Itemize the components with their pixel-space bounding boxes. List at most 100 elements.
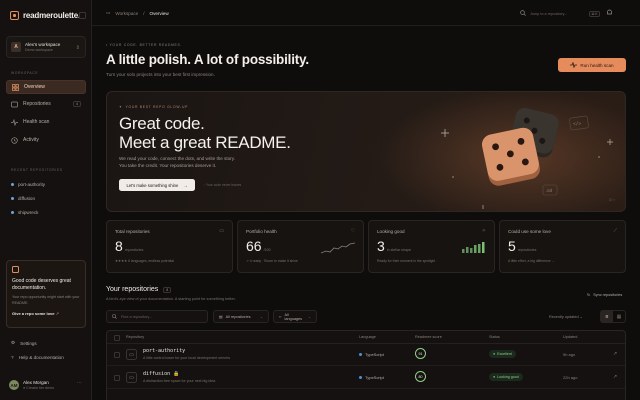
readmee-score: 91 <box>415 348 426 359</box>
search-icon <box>112 313 117 320</box>
language-dot <box>359 376 362 379</box>
repositories-table: Repository Language Readmee score Status… <box>106 330 626 400</box>
sidebar-item-health-scan[interactable]: Health scan <box>6 115 86 129</box>
stat-card-total-repositories[interactable]: Total repositories ▭ 8 repositories ★★★★ … <box>106 220 233 273</box>
stat-card-looking-good[interactable]: Looking good ✧ 3 in stellar shape Ready f… <box>368 220 495 273</box>
workspace-subtitle: Demo workspace <box>25 48 53 53</box>
check-icon: ● <box>493 375 496 379</box>
avatar: AM <box>9 380 19 390</box>
svg-text:.md: .md <box>545 188 553 193</box>
hero-note: ◌ Your code never leaves <box>203 183 242 187</box>
row-checkbox[interactable] <box>114 375 120 381</box>
table-row[interactable]: ▭ diffusion 🔒 A distraction-free space f… <box>107 367 625 389</box>
sort-select[interactable]: Recently updated ⌄ <box>549 314 583 319</box>
promo-link[interactable]: Give a repo some love ↗ <box>12 311 80 316</box>
language-dot <box>11 211 14 214</box>
hero-headline: Great code. Meet a great README. <box>119 114 291 152</box>
hero-paragraph: We read your code, connect the dots, and… <box>119 156 236 168</box>
language-dot <box>11 197 14 200</box>
list-view-icon[interactable]: ≡ <box>601 311 613 322</box>
repo-language: TypeScript <box>359 375 384 380</box>
language-dot <box>359 353 362 356</box>
repo-name[interactable]: diffusion 🔒 <box>143 371 179 377</box>
repo-language: TypeScript <box>359 352 384 357</box>
recent-repo-port-authority[interactable]: port-authority <box>11 182 45 187</box>
repo-count-badge: 4 <box>73 101 81 107</box>
page-title: A little polish. A lot of possibility. <box>106 52 309 67</box>
repo-count: 8 <box>163 286 172 293</box>
user-plan: ● Creator tier demo <box>23 386 55 391</box>
table-row[interactable]: ▭ port-authority A little control tower … <box>107 344 625 366</box>
hero-banner: ✦ YOUR BEST REPO GLOW-UP Great code. Mee… <box>106 91 626 212</box>
workspace-name: Alex's workspace <box>25 41 61 47</box>
repository-search-input[interactable]: Find a repository... <box>106 310 208 323</box>
language-filter-select[interactable]: ‹› All languages ⌄ <box>273 310 317 323</box>
view-toggle[interactable]: ≡ ▦ <box>600 310 626 323</box>
row-checkbox[interactable] <box>114 352 120 358</box>
repo-description: A little control tower for your local de… <box>143 356 231 360</box>
app-logo[interactable]: readmeroulette. <box>10 11 80 20</box>
section-label-recent: RECENT REPOSITORIES <box>11 168 63 172</box>
promo-title: Good code deserves great documentation. <box>12 278 71 291</box>
section-label-workspace: WORKSPACE <box>11 71 39 75</box>
bar-sparkline <box>462 242 485 253</box>
sidebar-item-label: Health scan <box>23 119 50 125</box>
sidebar-item-label: Overview <box>24 84 45 90</box>
recent-repo-shipwreck[interactable]: shipwreck <box>11 210 38 215</box>
user-menu[interactable]: AM Alex Morgan ● Creator tier demo ⋯ <box>6 376 86 394</box>
sparkle-icon: ✧ <box>481 228 486 234</box>
repository-filter-select[interactable]: ▤ All repositories ⌄ <box>213 310 269 323</box>
chevron-down-icon: ⌄ <box>579 315 583 319</box>
app-name: readmeroulette. <box>23 11 81 20</box>
workspace-switcher[interactable]: A Alex's workspace Demo workspace ⇕ <box>6 36 86 58</box>
lock-icon: ◌ <box>203 183 206 187</box>
grid-view-icon[interactable]: ▦ <box>613 311 625 322</box>
sidebar-item-help[interactable]: ? Help & documentation <box>11 355 64 360</box>
folder-icon: ▭ <box>219 228 224 234</box>
sparkle-icon: ✦ <box>119 105 123 109</box>
pulse-icon <box>570 61 578 69</box>
health-sparkline <box>321 242 355 254</box>
breadcrumb-root[interactable]: Workspace <box>115 11 138 16</box>
search-input[interactable]: Jump to a repository... ⌘ K <box>520 8 600 19</box>
sidebar-item-activity[interactable]: Activity <box>6 133 86 147</box>
open-external-icon[interactable]: ↗ <box>613 374 617 380</box>
chevron-down-icon: ⌄ <box>307 315 311 319</box>
open-external-icon[interactable]: ↗ <box>613 351 617 357</box>
keyboard-shortcut: ⌘ K <box>588 10 600 17</box>
bell-icon[interactable] <box>606 9 614 17</box>
sync-repositories-button[interactable]: ↻ Sync repositories <box>587 292 622 298</box>
svg-text:⊡ ⌁: ⊡ ⌁ <box>609 198 615 202</box>
more-icon[interactable]: ⋯ <box>77 380 82 386</box>
updated-time: 9h ago <box>563 352 576 357</box>
repo-description: A distraction-free space for your next b… <box>143 379 217 383</box>
refresh-icon: ↻ <box>587 293 591 297</box>
select-all-checkbox[interactable] <box>114 334 120 341</box>
breadcrumb-separator: / <box>143 10 145 16</box>
arrow-icon: ↗ <box>55 311 59 316</box>
sidebar-item-overview[interactable]: Overview <box>6 80 86 94</box>
lock-icon: 🔒 <box>173 371 180 377</box>
chevron-updown-icon: ⇕ <box>75 45 80 51</box>
recent-repo-diffusion[interactable]: diffusion <box>11 196 35 201</box>
collapse-sidebar-icon[interactable] <box>79 12 86 19</box>
dice-illustration: </> .md ⊡ ⌁ <box>441 107 615 209</box>
arrow-right-icon: → <box>183 182 188 188</box>
updated-time: 22h ago <box>563 375 578 380</box>
wand-icon: ⟋ <box>613 228 617 234</box>
breadcrumb: ▭ Workspace / Overview <box>106 10 169 16</box>
gear-icon: ⚙ <box>11 340 16 345</box>
hero-eyebrow: ✦ YOUR BEST REPO GLOW-UP <box>119 105 189 109</box>
stat-card-portfolio-health[interactable]: Portfolio health ♡ 66/100 ↗ 4 ready · Ro… <box>237 220 364 273</box>
clock-icon <box>11 136 18 144</box>
stat-card-could-use-love[interactable]: Could use some love ⟋ 5 repositories A li… <box>499 220 626 273</box>
repo-icon: ▭ <box>126 349 137 360</box>
sidebar-item-settings[interactable]: ⚙ Settings <box>11 340 37 346</box>
repo-name[interactable]: port-authority <box>143 348 185 354</box>
run-health-scan-button[interactable]: Run health scan <box>558 58 626 72</box>
repo-icon <box>11 101 18 108</box>
make-something-shine-button[interactable]: Let's make something shine → <box>119 179 195 191</box>
sidebar-item-repositories[interactable]: Repositories 4 <box>6 97 86 111</box>
promo-card: Good code deserves great documentation. … <box>6 260 86 328</box>
status-badge: ● Excellent <box>489 350 516 358</box>
